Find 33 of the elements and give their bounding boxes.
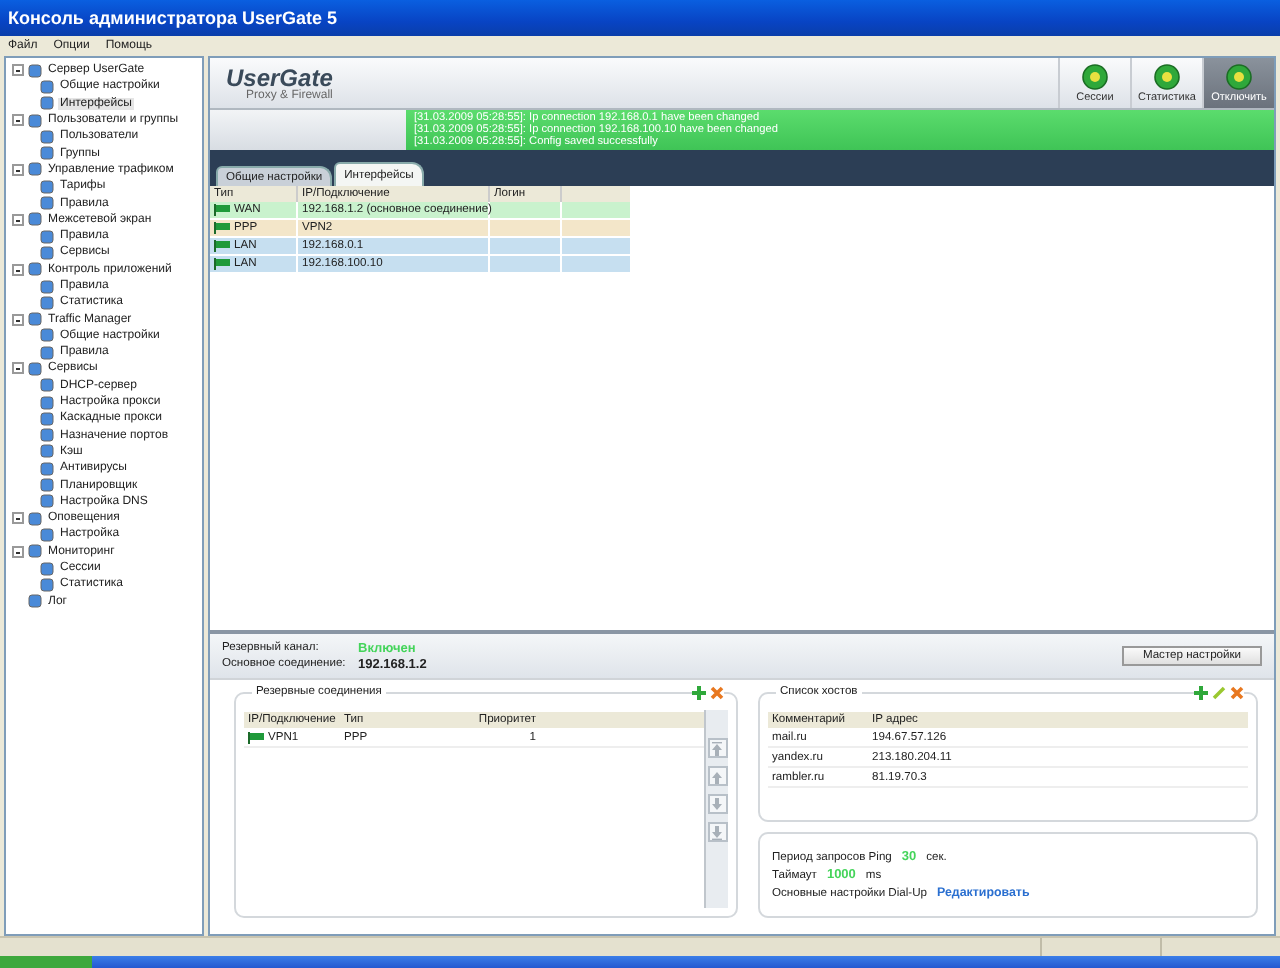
down-arrow-icon [710, 797, 724, 811]
down-arrow-icon [710, 825, 724, 839]
round-icon [1082, 63, 1108, 89]
move-button[interactable] [707, 794, 727, 814]
expand-toggle[interactable] [12, 512, 24, 525]
up-arrow-icon [710, 741, 724, 755]
logo-name: UserGate [226, 65, 333, 89]
expand-toggle[interactable] [12, 313, 24, 326]
expand-toggle[interactable] [12, 545, 24, 558]
flag-icon [214, 204, 230, 216]
expand-toggle[interactable] [12, 362, 24, 375]
plus-icon[interactable] [692, 686, 706, 700]
close-icon[interactable] [710, 686, 724, 700]
move-button[interactable] [707, 738, 727, 758]
plus-icon[interactable] [1194, 686, 1208, 700]
round-icon [1154, 63, 1180, 89]
expand-toggle[interactable] [12, 64, 24, 77]
move-button[interactable] [707, 822, 727, 842]
flag-icon [214, 240, 230, 252]
window-title: Консоль администратора UserGate 5 [8, 8, 338, 28]
flag-icon [214, 222, 230, 234]
expand-toggle[interactable] [12, 213, 24, 226]
expand-toggle[interactable] [12, 114, 24, 127]
pencil-icon[interactable] [1212, 686, 1226, 700]
move-button[interactable] [707, 766, 727, 786]
flag-icon [214, 258, 230, 270]
round-icon [1226, 63, 1252, 89]
start-button[interactable] [0, 956, 92, 968]
expand-toggle[interactable] [12, 163, 24, 176]
up-arrow-icon [710, 769, 724, 783]
flag-icon [248, 731, 264, 743]
close-icon[interactable] [1230, 686, 1244, 700]
expand-toggle[interactable] [12, 263, 24, 276]
